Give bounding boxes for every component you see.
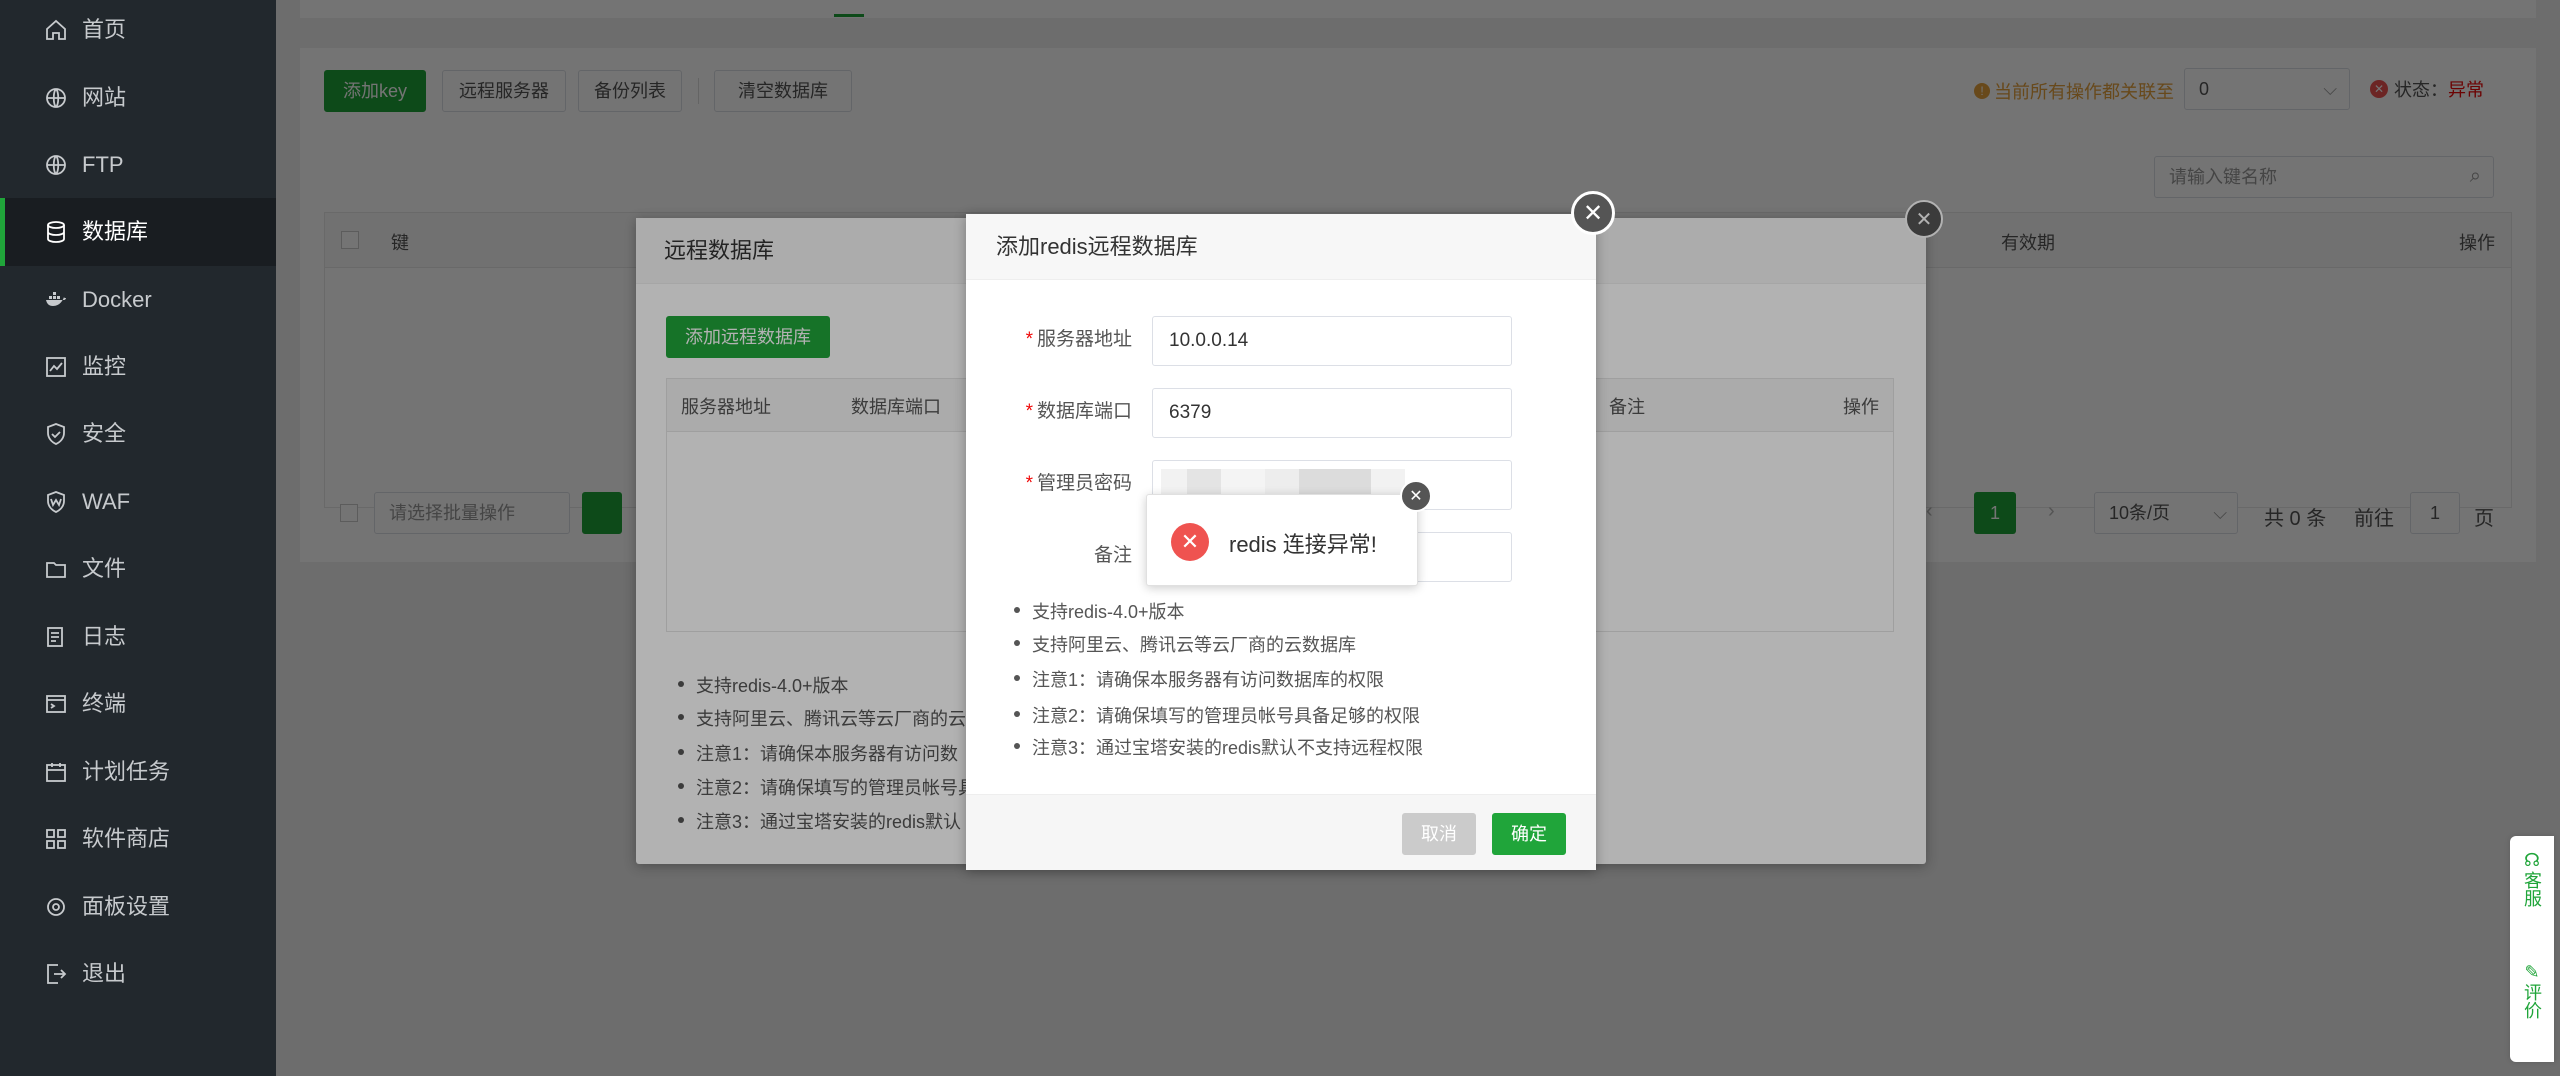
sidebar-item-label: 首页 [82,17,127,42]
sidebar-item-waf[interactable]: WAF [0,468,276,536]
logout-icon [47,964,67,984]
password-label: * 管理员密码 [972,468,1132,495]
add-dialog-close-icon[interactable]: ✕ [1571,191,1615,235]
error-toast: ✕ redis 连接异常! [1146,494,1418,586]
docker-icon [46,292,66,306]
sidebar-item-ftp[interactable]: FTP [0,131,276,199]
sidebar-item-label: 数据库 [82,219,149,244]
add-note-1: 支持redis-4.0+版本 [1014,598,1185,624]
sidebar-item-cron[interactable]: 计划任务 [0,738,276,806]
add-note-2: 支持阿里云、腾讯云等云厂商的云数据库 [1014,631,1356,657]
host-input[interactable]: 10.0.0.14 [1152,316,1512,366]
add-redis-title: 添加redis远程数据库 [966,214,1596,280]
add-note-3: 注意1：请确保本服务器有访问数据库的权限 [1013,666,1384,692]
port-label: * 数据库端口 [972,396,1132,423]
support-label: 客服 [2522,871,2542,907]
shield-icon [47,423,65,445]
rate-link[interactable]: ✎ 评价 [2510,962,2554,1019]
sidebar-item-label: 终端 [82,691,127,716]
grid-icon [46,829,66,849]
sidebar-item-label: 安全 [82,421,127,446]
home-icon [46,19,66,40]
folder-icon [46,562,66,578]
sidebar-item-label: Docker [82,287,152,312]
headset-icon: ☊ [2524,850,2540,870]
database-icon [47,221,65,243]
edit-icon: ✎ [2524,962,2540,982]
add-note-5: 注意3：通过宝塔安装的redis默认不支持远程权限 [1013,734,1423,760]
support-link[interactable]: ☊ 客服 [2510,850,2554,907]
required-mark: * [1025,401,1033,422]
log-icon [47,627,63,647]
sidebar-item-logs[interactable]: 日志 [0,603,276,671]
host-label: * 服务器地址 [972,324,1132,351]
terminal-icon [46,695,66,713]
sidebar-item-label: 软件商店 [82,826,171,851]
gear-icon [47,898,65,916]
add-dialog-footer: 取消 确定 [966,794,1596,870]
sidebar-item-terminal[interactable]: 终端 [0,670,276,738]
cancel-button[interactable]: 取消 [1402,813,1476,855]
password-label-text: 管理员密码 [1036,473,1132,494]
required-mark: * [1025,473,1033,494]
required-mark: * [1025,329,1033,350]
sidebar-item-label: 退出 [82,961,127,986]
ftp-globe-icon [46,155,66,175]
sidebar-item-label: 监控 [82,354,127,379]
sidebar-item-label: WAF [82,489,131,514]
service-widget: ☊ 客服 ✎ 评价 [2510,836,2554,1062]
waf-shield-icon [47,491,65,513]
calendar-icon [46,763,66,782]
rate-label: 评价 [2522,983,2542,1019]
sidebar-item-label: 文件 [82,556,127,581]
sidebar: 首页 网站 FTP 数据库 Docker 监控 安全 WAF 文件 日志 终端 [0,0,276,1076]
sidebar-item-label: 计划任务 [82,759,171,784]
sidebar-item-label: 日志 [82,624,127,649]
remark-label: 备注 [1093,545,1132,566]
sidebar-item-logout[interactable]: 退出 [0,940,276,1008]
sidebar-item-home[interactable]: 首页 [0,0,276,64]
toast-close-icon[interactable]: ✕ [1400,480,1432,512]
sidebar-item-database[interactable]: 数据库 [0,198,276,266]
host-label-text: 服务器地址 [1036,329,1132,350]
sidebar-item-label: 网站 [82,85,127,110]
globe-icon [46,88,66,108]
add-note-4: 注意2：请确保填写的管理员帐号具备足够的权限 [1013,702,1420,728]
sidebar-item-website[interactable]: 网站 [0,64,276,132]
sidebar-item-settings[interactable]: 面板设置 [0,873,276,941]
port-label-text: 数据库端口 [1036,401,1132,422]
confirm-button[interactable]: 确定 [1492,813,1566,855]
port-input[interactable]: 6379 [1152,388,1512,438]
sidebar-item-files[interactable]: 文件 [0,535,276,603]
monitor-icon [46,357,66,377]
sidebar-item-label: 面板设置 [82,894,171,919]
sidebar-item-store[interactable]: 软件商店 [0,805,276,873]
sidebar-item-docker[interactable]: Docker [0,266,276,334]
sidebar-item-security[interactable]: 安全 [0,400,276,468]
sidebar-item-monitor[interactable]: 监控 [0,333,276,401]
sidebar-item-label: FTP [82,152,124,177]
toast-message: redis 连接异常! [1229,532,1377,557]
error-icon: ✕ [1171,523,1209,561]
